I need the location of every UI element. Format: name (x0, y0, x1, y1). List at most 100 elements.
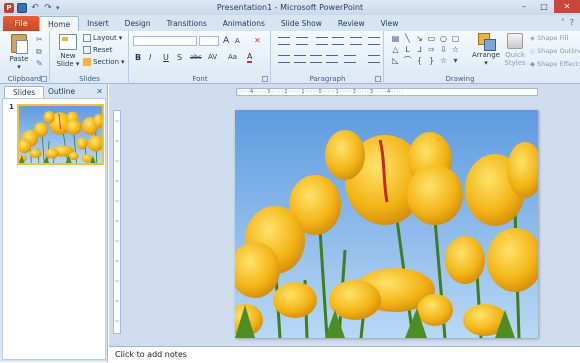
numbering-icon[interactable] (296, 37, 308, 45)
paragraph-launcher-icon[interactable] (375, 76, 381, 82)
brace-left-shape-icon[interactable]: { (414, 56, 425, 65)
customize-toolbar-icon[interactable]: ▾ (56, 4, 60, 12)
tab-design[interactable]: Design (117, 16, 159, 31)
font-size-input[interactable] (199, 36, 219, 46)
font-launcher-icon[interactable] (262, 76, 268, 82)
tab-home[interactable]: Home (39, 16, 80, 31)
minimize-icon[interactable]: – (514, 0, 534, 13)
copy-icon[interactable]: ⧉ (36, 47, 45, 56)
window-controls: – □ ✕ (514, 0, 580, 13)
shapes-gallery[interactable]: ▤ ╲ ↘ ▭ ○ ▢ △ ᒪ ᒧ ⇨ ⇩ ☆ ◺ ⌒{} ☆ ▾ (390, 34, 465, 65)
tab-transitions[interactable]: Transitions (159, 16, 215, 31)
font-color-icon[interactable]: A (247, 52, 253, 63)
underline-icon[interactable]: U (163, 53, 169, 62)
tab-slide-show[interactable]: Slide Show (273, 16, 330, 31)
increase-indent-icon[interactable] (332, 37, 344, 45)
vertical-ruler-ticks (115, 120, 119, 322)
clipboard-launcher-icon[interactable] (41, 76, 47, 82)
tab-view[interactable]: View (373, 16, 407, 31)
save-icon[interactable] (17, 2, 27, 13)
shrink-font-icon[interactable]: A (235, 37, 240, 45)
columns-icon[interactable] (344, 55, 356, 63)
slides-group-label: Slides (79, 75, 100, 83)
align-center-icon[interactable] (294, 55, 306, 63)
arrange-button[interactable]: Arrange ▾ (471, 33, 501, 67)
grow-font-icon[interactable]: A (223, 36, 229, 46)
tab-outline[interactable]: Outline (40, 86, 83, 98)
rounded-rect-shape-icon[interactable]: ▢ (450, 34, 461, 43)
textbox-shape-icon[interactable]: ▤ (390, 34, 401, 43)
more-shapes-icon[interactable]: ▾ (450, 56, 461, 65)
align-left-icon[interactable] (278, 55, 290, 63)
minimize-ribbon-icon[interactable]: ˄ (561, 18, 565, 27)
down-arrow-shape-icon[interactable]: ⇩ (438, 45, 449, 54)
align-text-icon[interactable] (368, 55, 380, 63)
bullets-icon[interactable] (278, 37, 290, 45)
arrow-shape-icon[interactable]: ↘ (414, 34, 425, 43)
window-title: Presentation1 - Microsoft PowerPoint (216, 3, 364, 12)
undo-icon[interactable]: ↶ (30, 3, 40, 13)
shape-fill-label: Shape Fill (537, 34, 569, 42)
redo-icon[interactable]: ↷ (43, 3, 53, 13)
close-icon[interactable]: ✕ (554, 0, 580, 13)
layout-button[interactable]: Layout ▾ (83, 34, 122, 42)
tab-review[interactable]: Review (330, 16, 373, 31)
align-right-icon[interactable] (310, 55, 322, 63)
ribbon-tabs: File Home Insert Design Transitions Anim… (0, 15, 580, 31)
help-icon[interactable]: ? (570, 18, 574, 27)
clipboard-group: Paste ▾ ✂ ⧉ ✎ Clipboard (0, 31, 50, 84)
justify-icon[interactable] (326, 55, 338, 63)
character-spacing-icon[interactable]: AV (208, 53, 217, 61)
paragraph-group-label: Paragraph (309, 75, 346, 83)
star-shape-icon[interactable]: ☆ (450, 45, 461, 54)
format-painter-icon[interactable]: ✎ (36, 59, 45, 68)
vertical-ruler (113, 110, 121, 334)
paste-button[interactable]: Paste ▾ (6, 34, 32, 71)
curve-shape-icon[interactable]: ⌒ (402, 56, 413, 65)
font-name-input[interactable] (133, 36, 197, 46)
powerpoint-app-icon[interactable]: P (4, 2, 14, 13)
slide-canvas[interactable] (235, 110, 538, 338)
layout-label: Layout (93, 34, 117, 42)
slide-thumbnail[interactable] (17, 104, 104, 165)
shape-fill-button[interactable]: ◈ Shape Fill (530, 34, 568, 42)
layout-icon (83, 34, 91, 42)
tab-file[interactable]: File (3, 16, 39, 31)
quick-styles-button[interactable]: Quick Styles (502, 33, 528, 67)
tab-insert[interactable]: Insert (79, 16, 117, 31)
new-slide-button[interactable]: New Slide ▾ (56, 34, 80, 68)
right-arrow-shape-icon[interactable]: ⇨ (426, 45, 437, 54)
decrease-indent-icon[interactable] (316, 37, 328, 45)
italic-icon[interactable]: I (149, 53, 151, 62)
change-case-icon[interactable]: Aa (228, 53, 237, 61)
strikethrough-icon[interactable]: abc (190, 53, 202, 61)
triangle-shape-icon[interactable]: △ (390, 45, 401, 54)
elbow-shape-icon[interactable]: ᒧ (414, 45, 425, 54)
shape-effects-button[interactable]: ◆ Shape Effects (530, 60, 580, 68)
section-button[interactable]: Section ▾ (83, 58, 125, 66)
oval-shape-icon[interactable]: ○ (438, 34, 449, 43)
star5-shape-icon[interactable]: ☆ (438, 56, 449, 65)
close-pane-icon[interactable]: ✕ (96, 87, 103, 96)
bold-icon[interactable]: B (135, 53, 141, 62)
line-spacing-icon[interactable] (350, 37, 362, 45)
shape-outline-label: Shape Outline (537, 47, 580, 55)
notes-pane[interactable]: Click to add notes (109, 346, 580, 362)
line-shape-icon[interactable]: ╲ (402, 34, 413, 43)
text-direction-icon[interactable] (368, 37, 380, 45)
brace-right-shape-icon[interactable]: } (426, 56, 437, 65)
text-shadow-icon[interactable]: S (177, 53, 182, 62)
shape-outline-button[interactable]: ◇ Shape Outline (530, 47, 580, 55)
rectangle-shape-icon[interactable]: ▭ (426, 34, 437, 43)
right-triangle-shape-icon[interactable]: ◺ (390, 56, 401, 65)
shape-fill-icon: ◈ (530, 34, 535, 42)
connector-shape-icon[interactable]: ᒪ (402, 45, 413, 54)
cut-icon[interactable]: ✂ (36, 35, 45, 44)
arrange-dropdown-icon: ▾ (484, 59, 488, 67)
clear-formatting-icon[interactable]: ✕ (254, 36, 261, 45)
tab-animations[interactable]: Animations (215, 16, 273, 31)
tab-slides[interactable]: Slides (4, 86, 45, 98)
maximize-icon[interactable]: □ (534, 0, 554, 13)
reset-button[interactable]: Reset (83, 46, 113, 54)
paste-dropdown-icon: ▾ (17, 63, 21, 71)
